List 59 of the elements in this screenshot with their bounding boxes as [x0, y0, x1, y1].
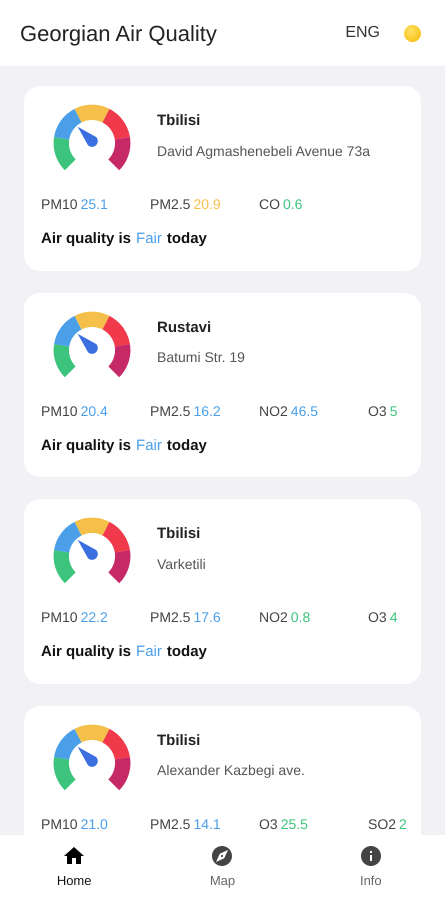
pollutant-name: CO: [259, 197, 280, 212]
pollutant-value: 20.4: [80, 404, 108, 418]
nav-tab[interactable]: Home: [0, 835, 148, 900]
pollutant-name: PM2.5: [150, 404, 190, 418]
quality-text: Air quality is: [41, 436, 132, 456]
compass-icon: [210, 844, 234, 868]
pollutant-value: 0.6: [283, 197, 302, 212]
nav-tab[interactable]: Map: [148, 835, 297, 900]
quality-level: Fair: [136, 642, 162, 662]
pollutant-value: 17.6: [193, 610, 221, 625]
pollutant-name: PM2.5: [150, 610, 190, 625]
pollutant-value: 46.5: [290, 404, 318, 418]
quality-text: Air quality is: [41, 642, 132, 662]
city-name: Tbilisi: [157, 524, 202, 544]
pollutant-value: 5: [390, 404, 398, 418]
pollutant-value: 25.5: [280, 816, 308, 832]
pollutant-value: 21.0: [80, 816, 108, 832]
station-address: Alexander Kazbegi ave.: [157, 761, 305, 780]
quality-text: today: [166, 229, 207, 249]
pollutant-value: 25.1: [80, 197, 108, 212]
station-card[interactable]: Tbilisi Varketili PM10 22.2 PM2.5 17.6 NO2 0.8 O3 4 Air quality is Fair today: [24, 499, 421, 684]
quality-level: Fair: [136, 436, 162, 456]
quality-text: today: [166, 436, 207, 456]
city-name: Tbilisi: [157, 730, 202, 750]
nav-tab[interactable]: Info: [296, 835, 445, 900]
pollutant-name: O3: [368, 404, 387, 418]
pollutant-name: NO2: [259, 610, 288, 625]
pollutant-name: PM10: [41, 197, 78, 212]
pollutant-name: O3: [259, 816, 278, 832]
pollutant-name: PM10: [41, 404, 78, 418]
app-title: Georgian Air Quality: [20, 20, 218, 48]
quality-text: today: [166, 642, 207, 662]
pollutant-value: 4: [390, 610, 398, 625]
pollutant-value: 22.2: [80, 610, 108, 625]
station-card[interactable]: Rustavi Batumi Str. 19 PM10 20.4 PM2.5 16.2 NO2 46.5 O3 5 Air quality is Fair today: [24, 292, 421, 477]
info-icon: [358, 844, 383, 868]
language-button[interactable]: ENG: [345, 21, 380, 45]
pollutant-value: 2: [399, 816, 407, 832]
pollutant-name: O3: [368, 610, 387, 625]
pollutant-value: 20.9: [193, 197, 221, 212]
station-address: Varketili: [157, 554, 206, 574]
city-name: Rustavi: [157, 318, 212, 338]
pollutant-name: PM2.5: [150, 816, 190, 832]
station-card[interactable]: Tbilisi Alexander Kazbegi ave. PM10 21.0 PM2.5 14.1 O3 25.5 SO2 2: [24, 706, 421, 835]
pollutant-name: PM2.5: [150, 197, 190, 212]
station-card[interactable]: Tbilisi David Agmashenebeli Avenue 73a PM10 25.1 PM2.5 20.9 CO 0.6 Air quality is Fair today: [24, 86, 421, 270]
station-address: Batumi Str. 19: [157, 348, 245, 367]
pollutant-value: 16.2: [193, 404, 221, 418]
station-address: David Agmashenebeli Avenue 73a: [157, 142, 370, 161]
pollutant-name: NO2: [259, 404, 288, 418]
sun-icon[interactable]: [404, 24, 421, 42]
pollutant-value: 0.8: [290, 610, 310, 625]
quality-level: Fair: [136, 229, 162, 249]
pollutant-name: PM10: [41, 610, 78, 625]
pollutant-name: SO2: [368, 816, 396, 832]
quality-text: Air quality is: [41, 229, 132, 249]
pollutant-name: PM10: [41, 816, 78, 832]
pollutant-value: 14.1: [193, 816, 221, 832]
city-name: Tbilisi: [157, 111, 202, 131]
